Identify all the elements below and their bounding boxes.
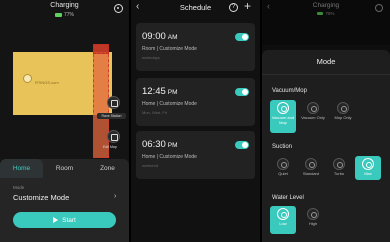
schedule-item[interactable]: 09:00 AM Room | Customize Mode weekdays [136,23,255,71]
chevron-right-icon[interactable]: › [114,193,116,200]
option-max[interactable]: Max [355,156,381,180]
settings-gear-icon[interactable] [114,4,123,13]
high-water-icon [307,208,319,220]
schedule-toggle[interactable] [235,88,249,96]
option-standard[interactable]: Standard [298,158,324,177]
mode-sheet: Mode Vacuum/Mop Vacuum and Mop Vacuum On… [262,50,390,242]
schedule-item[interactable]: 06:30 PM Home | Customize Mode weekend [136,131,255,179]
home-screen: Charging 77% RTINGS.com Rave Station Edi… [0,0,129,242]
mode-tabs: Home Room Zone [0,159,129,178]
schedule-days: weekend [142,163,159,168]
map-watermark: RTINGS.com [35,80,59,85]
battery-indicator: 76% [262,11,390,16]
schedule-item[interactable]: 12:45 PM Home | Customize Mode Mon, Wed, … [136,78,255,126]
divider [262,74,390,75]
edit-map-button[interactable] [107,130,120,143]
control-card: Home Room Zone Mode Customize Mode › Sta… [0,159,129,242]
schedule-title: Schedule [179,3,212,12]
water-level-label: Water Level [272,195,304,201]
vacuum-mop-label: Vacuum/Mop [272,88,307,94]
zone-handle[interactable] [93,44,109,54]
schedule-time: 09:00 AM [142,31,178,42]
option-turbo[interactable]: Turbo [326,158,352,177]
schedule-subtitle: Home | Customize Mode [142,101,197,107]
option-quiet[interactable]: Quiet [270,158,296,177]
schedule-toggle[interactable] [235,141,249,149]
schedule-screen: ‹ Schedule ? + 09:00 AM Room | Customize … [131,0,260,242]
schedule-time: 06:30 PM [142,139,178,150]
tab-home[interactable]: Home [0,159,43,178]
battery-indicator: 77% [0,12,129,18]
battery-percent: 77% [63,12,74,18]
quiet-icon [277,158,289,170]
standard-icon [305,158,317,170]
schedule-time: 12:45 PM [142,86,178,97]
option-mop-only[interactable]: Mop Only [330,102,356,121]
mode-sheet-title: Mode [316,57,336,66]
mode-value[interactable]: Customize Mode [13,193,69,202]
robot-dock-icon [23,74,32,83]
play-icon [53,217,59,223]
charging-status: Charging [312,2,340,9]
schedule-subtitle: Room | Customize Mode [142,46,197,52]
help-icon[interactable]: ? [229,3,238,12]
charging-status: Charging [50,2,79,9]
edit-map-label: Edit Map [103,145,117,149]
mode-label: Mode [13,185,25,190]
add-schedule-icon[interactable]: + [244,0,251,13]
zone-button[interactable] [107,96,120,109]
option-vacuum-only[interactable]: Vacuum Only [300,102,326,121]
zone-tooltip: Rave Station [97,113,126,119]
option-vacuum-and-mop[interactable]: Vacuum and Mop [270,100,296,133]
schedule-days: weekdays [142,55,160,60]
mode-screen: ‹ Charging 76% Mode Vacuum/Mop Vacuum an… [262,0,390,242]
schedule-days: Mon, Wed, Fri [142,110,168,115]
mop-icon [337,102,349,114]
battery-icon [54,12,62,17]
dimmed-header: ‹ Charging 76% [262,0,390,45]
battery-icon [317,12,324,16]
vacuum-icon [307,102,319,114]
max-icon [362,158,374,170]
option-low[interactable]: Low [270,206,296,234]
tab-zone[interactable]: Zone [86,159,129,178]
option-high[interactable]: High [300,208,326,227]
schedule-subtitle: Home | Customize Mode [142,154,197,160]
turbo-icon [333,158,345,170]
vacuum-mop-icon [277,102,289,114]
settings-gear-icon[interactable] [375,4,383,12]
low-water-icon [277,208,289,220]
suction-label: Suction [272,144,293,150]
tab-room[interactable]: Room [43,159,86,178]
start-label: Start [62,216,76,224]
start-button[interactable]: Start [13,212,116,228]
schedule-toggle[interactable] [235,33,249,41]
